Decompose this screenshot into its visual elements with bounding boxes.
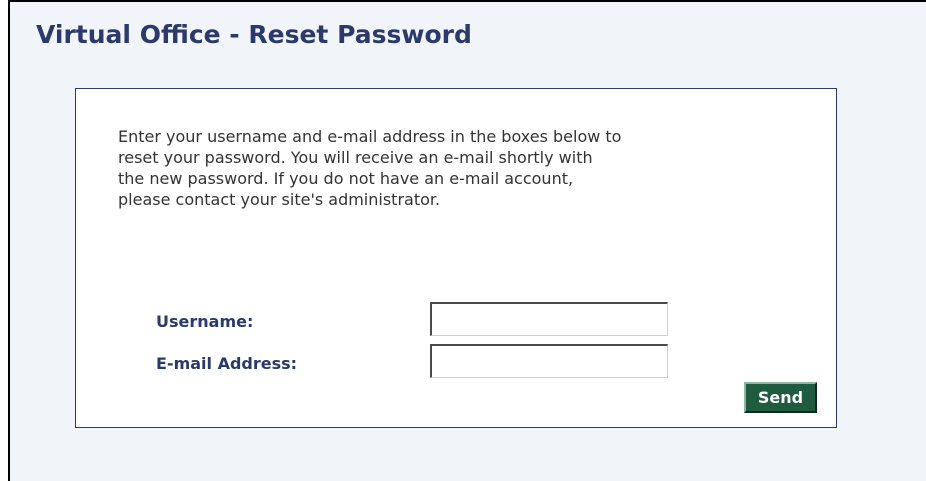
page-container: Virtual Office - Reset Password Enter yo… (8, 0, 926, 481)
email-input[interactable] (430, 344, 668, 378)
username-input[interactable] (430, 302, 668, 336)
page-title: Virtual Office - Reset Password (36, 20, 472, 49)
instructions-text: Enter your username and e-mail address i… (118, 127, 622, 209)
email-label: E-mail Address: (156, 354, 298, 373)
reset-password-panel: Enter your username and e-mail address i… (75, 88, 837, 428)
send-button[interactable]: Send (744, 382, 817, 413)
username-label: Username: (156, 312, 254, 331)
